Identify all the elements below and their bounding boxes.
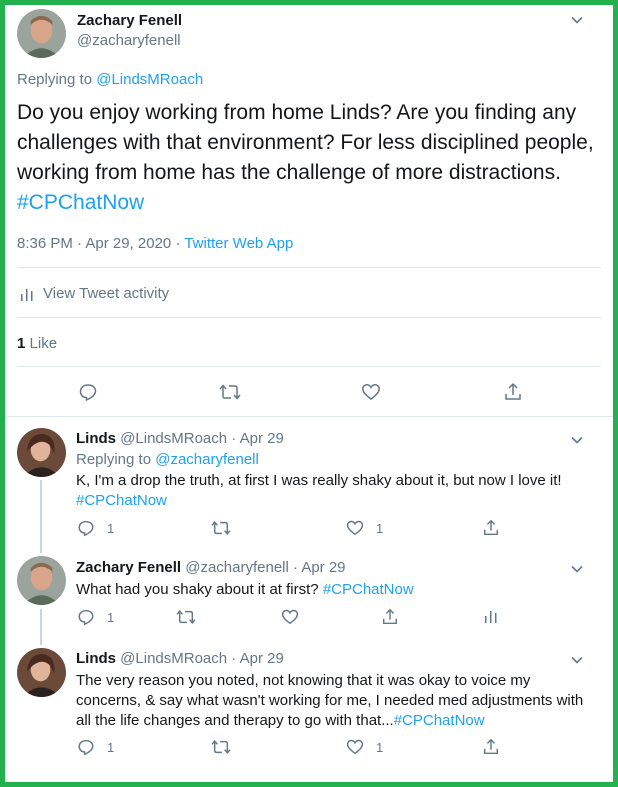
author-handle[interactable]: @zacharyfenell [77, 32, 181, 49]
divider [5, 416, 613, 417]
like-icon [346, 739, 364, 755]
author-handle[interactable]: @LindsMRoach [120, 650, 227, 667]
tweet-date[interactable]: · Apr 29 [231, 430, 284, 447]
retweet-icon [176, 610, 196, 624]
reply-button[interactable] [78, 382, 98, 402]
reply-body: The very reason you noted, not knowing t… [76, 672, 584, 729]
like-icon [362, 384, 380, 400]
tweet-date[interactable]: · Apr 29 [231, 650, 284, 667]
like-button[interactable] [361, 382, 381, 402]
tweet-meta: 8:36 PM · Apr 29, 2020 · Twitter Web App [17, 235, 293, 252]
source-link[interactable]: Twitter Web App [184, 235, 293, 252]
retweet-button[interactable] [219, 382, 241, 402]
replying-to-link[interactable]: @zacharyfenell [155, 451, 259, 468]
view-tweet-activity[interactable]: View Tweet activity [19, 285, 169, 302]
reply-icon [78, 520, 94, 537]
like-count: 1 [376, 739, 384, 755]
retweet-button[interactable] [211, 519, 231, 537]
reply-icon [79, 384, 97, 402]
share-icon [483, 519, 499, 536]
share-button[interactable] [482, 738, 500, 756]
reply-header: Linds @LindsMRoach · Apr 29 [76, 430, 284, 447]
tweet-activity-button[interactable] [483, 608, 499, 624]
reply-icon [78, 609, 94, 626]
activity-label: View Tweet activity [43, 285, 170, 302]
share-icon [382, 608, 398, 625]
chevron-down-icon[interactable] [570, 433, 584, 447]
hashtag-link[interactable]: #CPChatNow [76, 492, 167, 509]
reply-body: K, I'm a drop the truth, at first I was … [76, 472, 562, 489]
reply-count: 1 [107, 739, 115, 755]
chevron-down-icon[interactable] [570, 13, 584, 27]
retweet-button[interactable] [211, 738, 231, 756]
like-label: Like [29, 335, 58, 352]
like-button[interactable]: 1 [346, 519, 383, 537]
tweet-text: Do you enjoy working from home Linds? Ar… [17, 98, 602, 218]
reply-button[interactable]: 1 [77, 608, 114, 626]
bar-chart-icon [21, 288, 33, 301]
like-button[interactable] [281, 608, 299, 626]
reply-text: The very reason you noted, not knowing t… [76, 671, 586, 731]
share-button[interactable] [503, 382, 523, 402]
like-count-link[interactable]: 1 Like [17, 335, 57, 352]
replying-label: Replying to [76, 451, 152, 468]
like-icon [281, 609, 299, 625]
tweet-body: Do you enjoy working from home Linds? Ar… [17, 101, 594, 184]
timestamp[interactable]: 8:36 PM · Apr 29, 2020 [17, 235, 171, 252]
retweet-icon [211, 740, 231, 754]
hashtag-link[interactable]: #CPChatNow [394, 712, 485, 729]
reply-text: K, I'm a drop the truth, at first I was … [76, 471, 586, 511]
replying-to: Replying to @zacharyfenell [76, 451, 259, 468]
like-count: 1 [376, 520, 384, 536]
retweet-icon [211, 521, 231, 535]
reply-actions: 1 1 [5, 519, 613, 541]
avatar[interactable] [17, 648, 66, 697]
chevron-down-icon[interactable] [570, 562, 584, 576]
replying-label: Replying to [17, 71, 93, 88]
reply-count: 1 [107, 609, 115, 625]
reply-button[interactable]: 1 [77, 738, 114, 756]
reply-actions: 1 [5, 608, 613, 630]
like-button[interactable]: 1 [346, 738, 383, 756]
share-icon [483, 738, 499, 755]
reply-icon [78, 739, 94, 756]
meta-separator: · [175, 235, 181, 252]
chevron-down-icon[interactable] [570, 653, 584, 667]
share-button[interactable] [381, 608, 399, 626]
reply-header: Zachary Fenell @zacharyfenell · Apr 29 [76, 559, 346, 576]
reply-body: What had you shaky about it at first? [76, 581, 319, 598]
divider [17, 317, 601, 318]
replying-to-link[interactable]: @LindsMRoach [96, 71, 203, 88]
like-icon [346, 520, 364, 536]
reply-count: 1 [107, 520, 115, 536]
author-name[interactable]: Zachary Fenell [77, 12, 182, 29]
divider [17, 267, 601, 268]
divider [17, 366, 601, 367]
bar-chart-icon [485, 611, 497, 623]
like-count: 1 [17, 335, 26, 352]
retweet-icon [219, 384, 241, 400]
replying-to: Replying to @LindsMRoach [17, 71, 203, 88]
reply-actions: 1 1 [5, 738, 613, 760]
author-name[interactable]: Linds [76, 430, 116, 447]
tweet-date[interactable]: · Apr 29 [293, 559, 346, 576]
hashtag-link[interactable]: #CPChatNow [323, 581, 414, 598]
tweet-thread: Zachary Fenell @zacharyfenell Replying t… [5, 5, 613, 782]
share-icon [505, 382, 521, 400]
reply-button[interactable]: 1 [77, 519, 114, 537]
author-name[interactable]: Linds [76, 650, 116, 667]
author-handle[interactable]: @zacharyfenell [185, 559, 289, 576]
reply-text: What had you shaky about it at first? #C… [76, 580, 586, 600]
author-name[interactable]: Zachary Fenell [76, 559, 181, 576]
author-handle[interactable]: @LindsMRoach [120, 430, 227, 447]
share-button[interactable] [482, 519, 500, 537]
hashtag-link[interactable]: #CPChatNow [17, 191, 144, 214]
retweet-button[interactable] [176, 608, 196, 626]
reply-header: Linds @LindsMRoach · Apr 29 [76, 650, 284, 667]
avatar[interactable] [17, 556, 66, 605]
tweet-actions [5, 382, 613, 404]
avatar[interactable] [17, 9, 66, 58]
avatar[interactable] [17, 428, 66, 477]
thread-line [40, 480, 42, 553]
